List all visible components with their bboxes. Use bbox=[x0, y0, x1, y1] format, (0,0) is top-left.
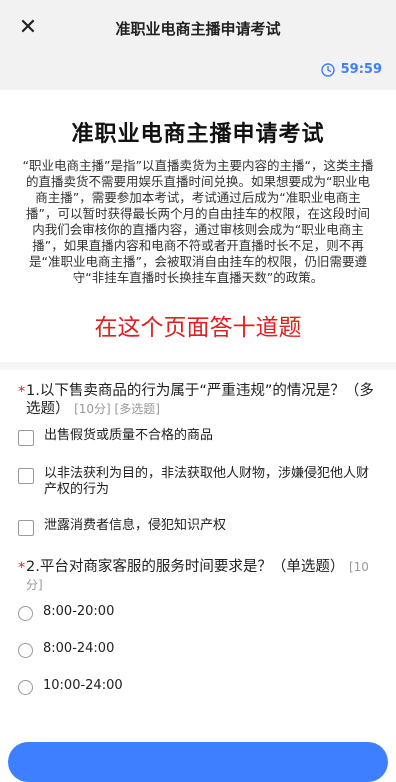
divider bbox=[0, 362, 396, 370]
question-2: * 2.平台对商家客服的服务时间要求是？（单选题） [10分] 8:00-20:… bbox=[18, 558, 378, 695]
main-content: 准职业电商主播申请考试 “职业电商主播”是指”以直播卖货为主要内容的主播“，这类… bbox=[0, 116, 396, 695]
option-label: 以非法获利为目的，非法获取他人财物，涉嫌侵犯他人财产权的行为 bbox=[44, 466, 370, 497]
bottom-action-button[interactable] bbox=[8, 742, 388, 782]
page-title: 准职业电商主播申请考试 bbox=[115, 19, 281, 38]
question-1: * 1.以下售卖商品的行为属于“严重违规”的情况是？（多选题） [10分] [多… bbox=[18, 382, 378, 536]
checkbox[interactable] bbox=[18, 430, 34, 446]
countdown-timer: 59:59 bbox=[320, 62, 382, 77]
question-1-options: 出售假货或质量不合格的商品 以非法获利为目的，非法获取他人财物，涉嫌侵犯他人财产… bbox=[18, 428, 378, 536]
option-label: 泄露消费者信息，侵犯知识产权 bbox=[44, 518, 227, 533]
option-checkbox[interactable]: 出售假货或质量不合格的商品 bbox=[18, 428, 378, 446]
option-checkbox[interactable]: 以非法获利为目的，非法获取他人财物，涉嫌侵犯他人财产权的行为 bbox=[18, 466, 378, 498]
option-label: 8:00-20:00 bbox=[43, 604, 115, 619]
checkbox[interactable] bbox=[18, 520, 34, 536]
radio[interactable] bbox=[18, 643, 33, 658]
exam-description: “职业电商主播”是指”以直播卖货为主要内容的主播“，这类主播的直播卖货不需要用娱… bbox=[22, 158, 374, 285]
radio[interactable] bbox=[18, 606, 33, 621]
timer-value: 59:59 bbox=[340, 62, 382, 77]
exam-title: 准职业电商主播申请考试 bbox=[71, 122, 325, 147]
question-1-title: * 1.以下售卖商品的行为属于“严重违规”的情况是？（多选题） [10分] [多… bbox=[18, 382, 378, 418]
option-checkbox[interactable]: 泄露消费者信息，侵犯知识产权 bbox=[18, 518, 378, 536]
option-label: 出售假货或质量不合格的商品 bbox=[44, 428, 214, 443]
clock-icon bbox=[320, 62, 335, 77]
question-1-meta: [10分] [多选题] bbox=[74, 402, 160, 416]
timer-bar: 59:59 bbox=[0, 56, 396, 90]
option-radio[interactable]: 8:00-20:00 bbox=[18, 604, 378, 621]
required-mark: * bbox=[18, 560, 26, 576]
option-radio[interactable]: 8:00-24:00 bbox=[18, 641, 378, 658]
question-2-title: * 2.平台对商家客服的服务时间要求是？（单选题） [10分] bbox=[18, 558, 378, 594]
required-mark: * bbox=[18, 384, 26, 400]
top-bar: ✕ 准职业电商主播申请考试 bbox=[0, 0, 396, 56]
option-label: 10:00-24:00 bbox=[43, 678, 123, 693]
radio[interactable] bbox=[18, 680, 33, 695]
option-label: 8:00-24:00 bbox=[43, 641, 115, 656]
option-radio[interactable]: 10:00-24:00 bbox=[18, 678, 378, 695]
question-2-options: 8:00-20:00 8:00-24:00 10:00-24:00 bbox=[18, 604, 378, 695]
question-2-text: 2.平台对商家客服的服务时间要求是？（单选题） bbox=[26, 559, 345, 575]
checkbox[interactable] bbox=[18, 468, 34, 484]
close-icon[interactable]: ✕ bbox=[14, 14, 42, 42]
notice-text: 在这个页面答十道题 bbox=[94, 315, 302, 341]
